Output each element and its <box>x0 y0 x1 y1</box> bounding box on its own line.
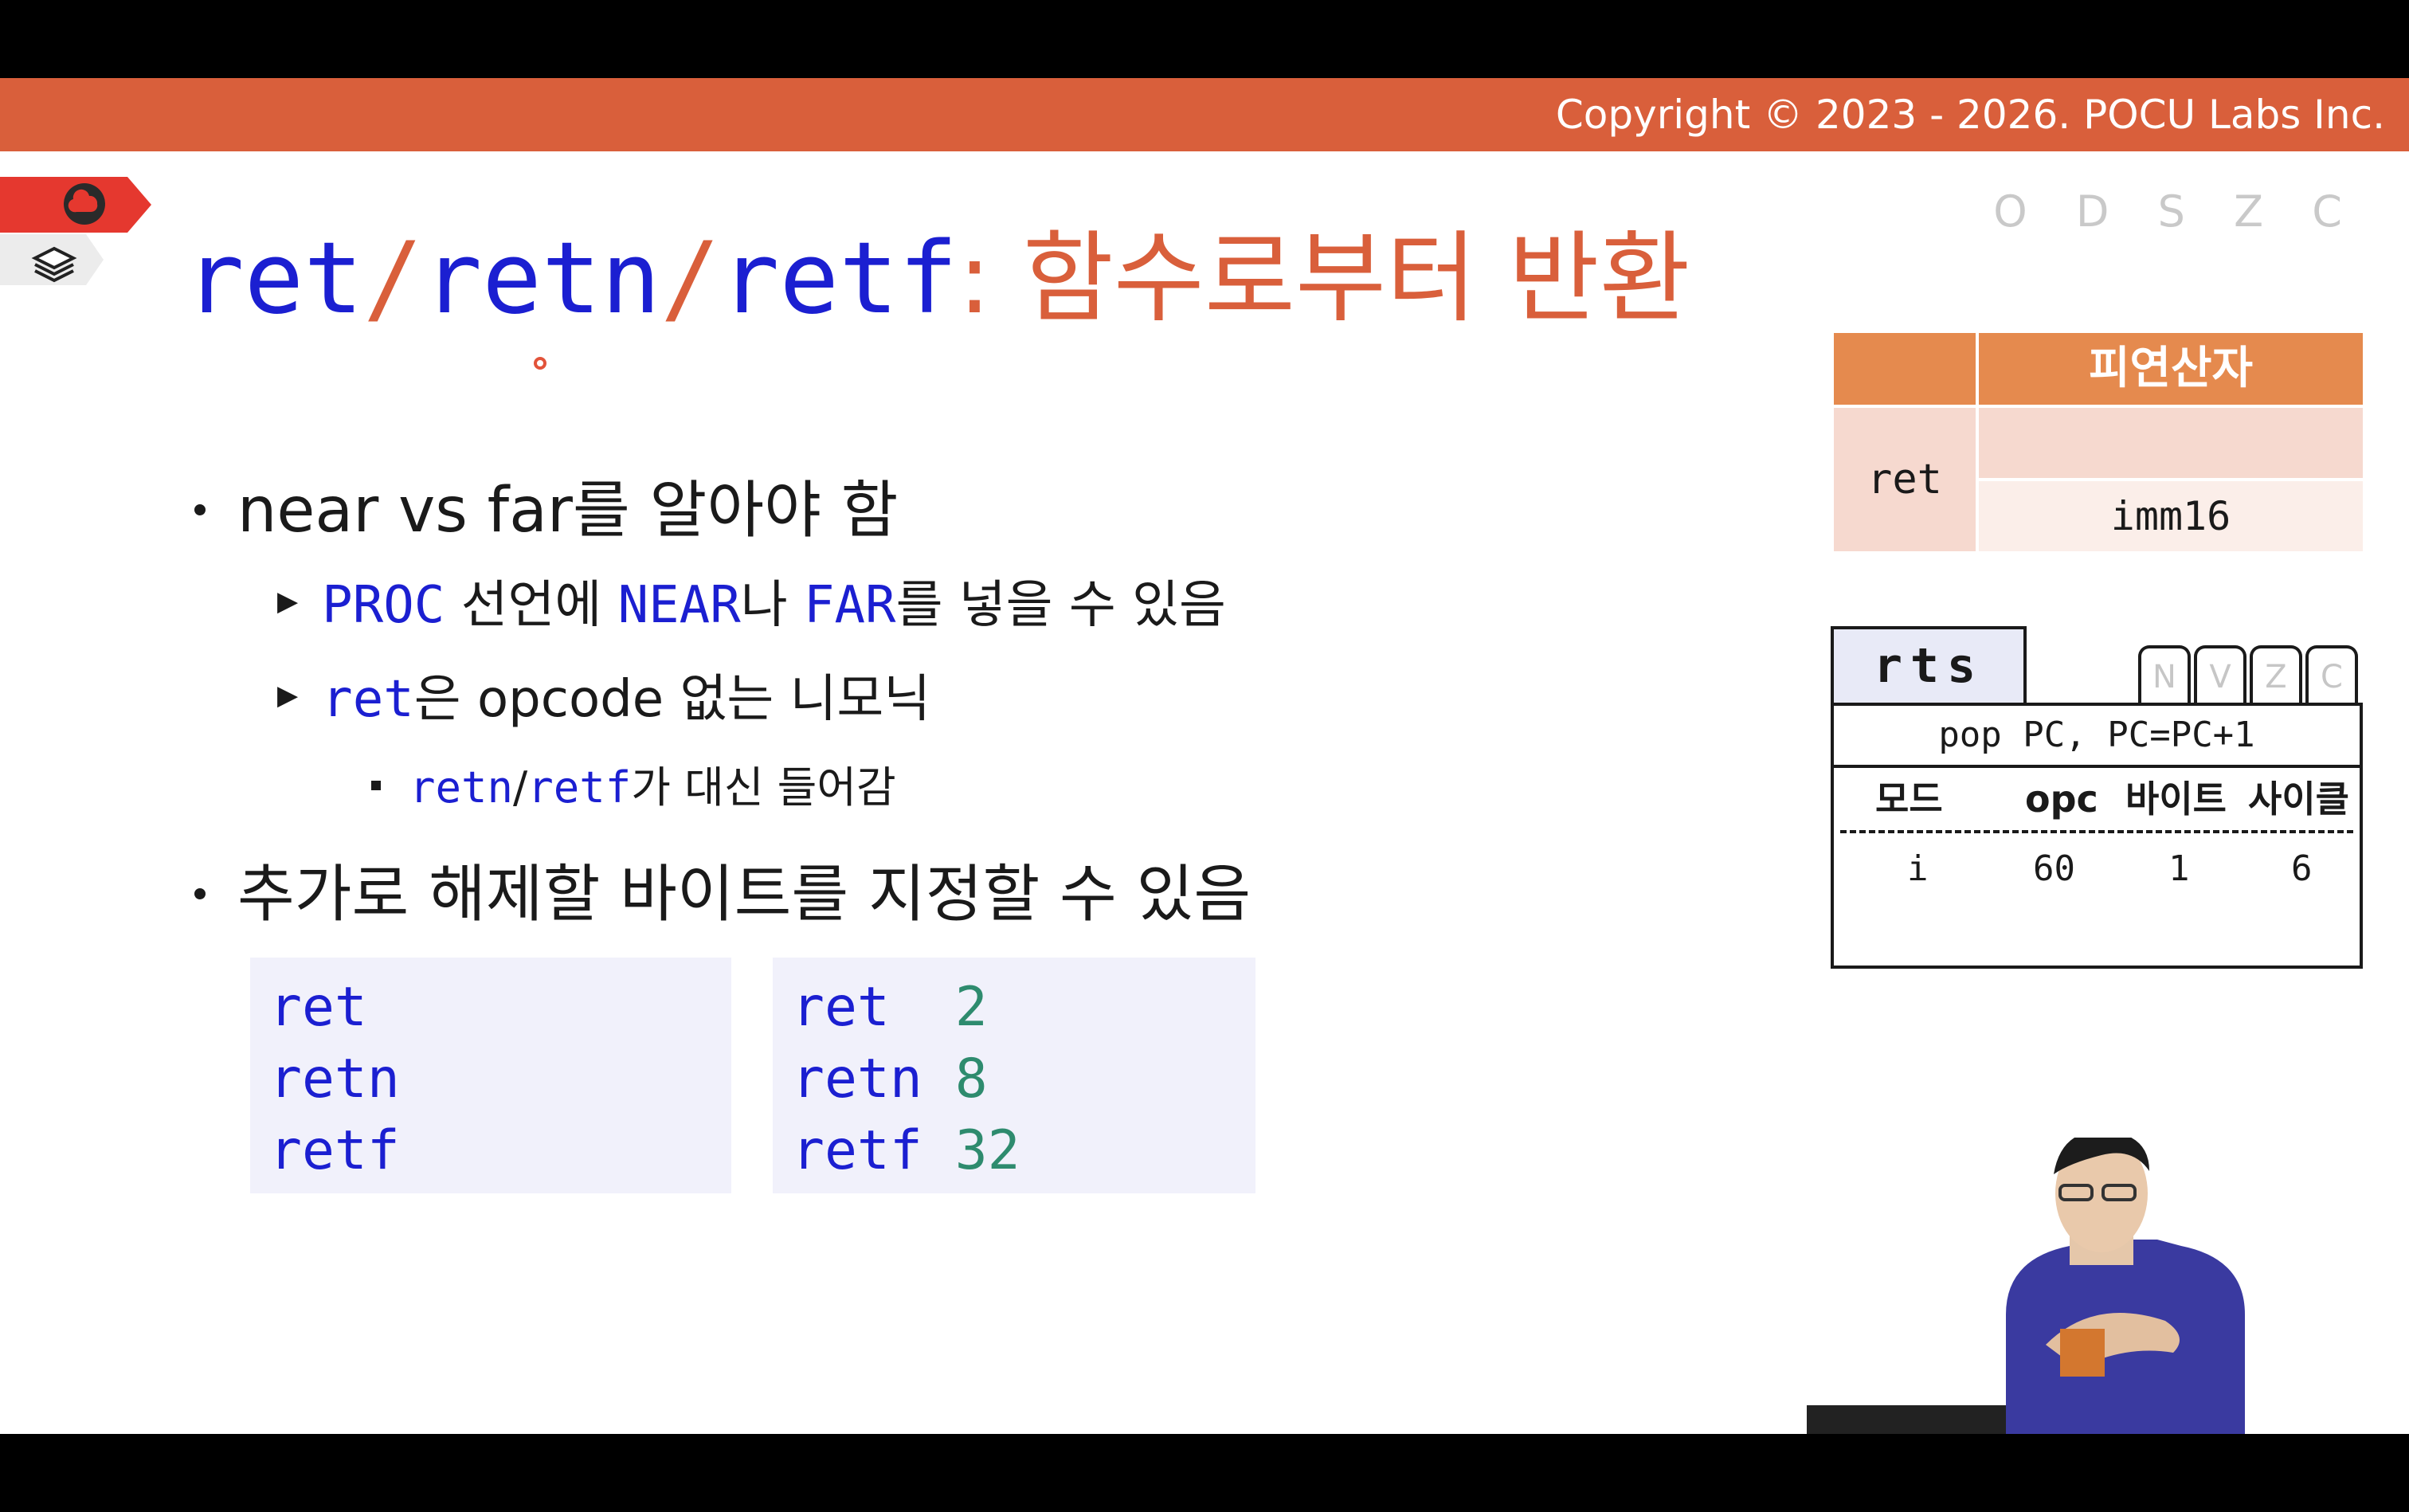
code-line: retn <box>269 1048 400 1110</box>
keyword: ret <box>322 670 414 729</box>
title-slash: / <box>362 221 423 336</box>
rts-operation: pop PC, PC=PC+1 <box>1834 706 2360 768</box>
title-retn: retn <box>422 221 661 336</box>
title-colon: : <box>958 221 992 336</box>
code-keyword: retn <box>792 1048 955 1110</box>
flag-n: N <box>2138 645 2191 703</box>
slide-title: ret/retn/retf: 함수로부터 반환 <box>185 215 1690 343</box>
title-ret: ret <box>185 221 363 336</box>
rts-value-cycles: 6 <box>2291 848 2313 889</box>
code-number: 2 <box>954 976 988 1039</box>
bullet-proc: ▶ PROC 선언에 NEAR나 FAR를 넣을 수 있음 <box>277 564 1226 637</box>
header-band: Copyright © 2023 - 2026. POCU Labs Inc. <box>0 78 2409 151</box>
rts-value-bytes: 1 <box>2168 848 2190 889</box>
operand-table-row-imm16: imm16 <box>1979 481 2363 551</box>
code-line: retf 32 <box>792 1115 1236 1187</box>
square-bullet <box>371 781 381 791</box>
code-keyword: ret <box>792 976 955 1039</box>
bullet-dot <box>194 503 206 515</box>
operand-table-header: 피연산자 <box>1979 333 2363 405</box>
rts-divider <box>1840 830 2353 833</box>
triangle-bullet-icon: ▶ <box>277 680 299 712</box>
bullet-text: / <box>513 762 528 813</box>
rts-header-cycles: 사이클 <box>2248 778 2349 821</box>
brain-icon <box>0 177 151 233</box>
laser-pointer <box>534 357 546 370</box>
bullet-text: 가 대신 들어감 <box>631 762 896 813</box>
triangle-bullet-icon: ▶ <box>277 586 299 618</box>
bullet-text: 나 <box>740 576 804 635</box>
operand-table-row-none <box>1979 408 2363 478</box>
keyword: PROC <box>322 576 445 635</box>
keyword: retn <box>409 762 514 813</box>
rts-card-title: rts <box>1831 626 2027 703</box>
rts-value-opc: 60 <box>2033 848 2075 889</box>
title-korean: 함수로부터 반환 <box>991 221 1690 336</box>
top-letterbox <box>0 0 2409 78</box>
flag-c: C <box>2305 645 2358 703</box>
bullet-near-far: near vs far를 알아야 함 <box>194 460 898 550</box>
code-line: ret <box>269 976 367 1039</box>
code-line: retn 8 <box>792 1044 1236 1115</box>
bullet-text: near vs far를 알아야 함 <box>237 475 899 546</box>
title-retf: retf <box>719 221 958 336</box>
bottom-letterbox <box>0 1434 2409 1512</box>
flags-label: O D S Z C <box>1993 186 2360 237</box>
flag-z: Z <box>2250 645 2302 703</box>
operand-table-corner <box>1834 333 1976 405</box>
bullet-retn-retf: retn/retf가 대신 들어감 <box>371 752 896 815</box>
bullet-text: 추가로 해제할 바이트를 지정할 수 있음 <box>237 859 1252 930</box>
code-block-with-imm: ret 2 retn 8 retf 32 <box>773 958 1255 1193</box>
keyword: NEAR <box>617 576 741 635</box>
bullet-ret-mnemonic: ▶ ret은 opcode 없는 니모닉 <box>277 658 930 731</box>
code-block-plain: ret retn retf <box>250 958 731 1193</box>
stack-layers-icon <box>0 234 104 285</box>
bullet-dot <box>194 887 206 899</box>
code-line: retf <box>269 1119 400 1182</box>
slide: Copyright © 2023 - 2026. POCU Labs Inc. … <box>0 78 2409 1434</box>
bullet-text: 를 넣을 수 있음 <box>895 576 1226 635</box>
rts-header-bytes: 바이트 <box>2125 778 2227 821</box>
rts-card: pop PC, PC=PC+1 모드 opc 바이트 사이클 i 60 1 6 <box>1831 703 2363 969</box>
code-number: 32 <box>954 1119 1020 1182</box>
keyword: retf <box>527 762 632 813</box>
operand-table-mnemonic: ret <box>1834 408 1976 551</box>
flag-v: V <box>2194 645 2246 703</box>
rts-header-mode: 모드 <box>1875 778 1943 821</box>
keyword: FAR <box>803 576 896 635</box>
rts-value-mode: i <box>1907 848 1929 889</box>
presenter-video <box>1807 1138 2245 1434</box>
bullet-text: 선언에 <box>445 576 618 635</box>
code-number: 8 <box>954 1048 988 1110</box>
code-line: ret 2 <box>792 972 1236 1044</box>
code-keyword: retf <box>792 1119 955 1182</box>
bullet-text: 은 opcode 없는 니모닉 <box>413 670 931 729</box>
rts-header-opc: opc <box>2025 778 2098 821</box>
copyright-text: Copyright © 2023 - 2026. POCU Labs Inc. <box>1555 92 2385 138</box>
title-slash: / <box>660 221 720 336</box>
bullet-release-bytes: 추가로 해제할 바이트를 지정할 수 있음 <box>194 844 1251 934</box>
